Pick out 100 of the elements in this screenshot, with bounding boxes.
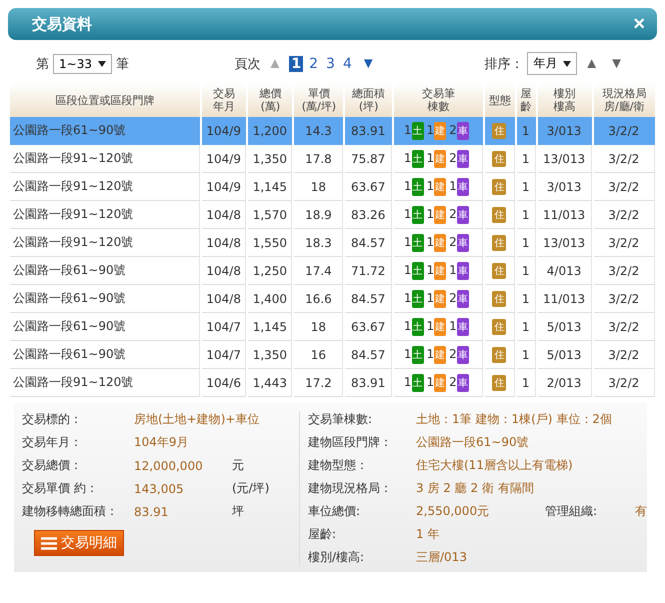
field-value: 三層/013 — [416, 549, 468, 566]
table-cell: 1 — [516, 117, 536, 145]
sort-dropdown[interactable]: 年月 — [527, 52, 578, 75]
table-cell: 104/9 — [202, 145, 246, 173]
next-page-button[interactable]: ▼ — [358, 55, 379, 72]
table-cell: 14.3 — [294, 117, 344, 145]
table-cell: 17.8 — [294, 145, 344, 173]
table-row[interactable]: 公園路一段61~90號 104/8 1,250 17.4 71.72 1土 1建 1車 住 1 4/013 3/2/2 — [10, 257, 655, 285]
unit-count: 1 — [426, 290, 434, 304]
table-cell: 63.67 — [345, 173, 392, 201]
table-cell: 1 — [516, 173, 536, 201]
table-cell: 104/8 — [202, 285, 246, 313]
unit-tag: 建 — [434, 374, 446, 392]
range-suffix: 筆 — [116, 56, 129, 72]
table-cell: 3/013 — [538, 117, 592, 145]
table-cell: 公園路一段61~90號 — [10, 341, 200, 369]
unit-count: 2 — [449, 234, 457, 248]
column-header[interactable]: 現況格局房/廳/衛 — [594, 83, 655, 117]
table-row[interactable]: 公園路一段91~120號 104/8 1,570 18.9 83.26 1土 1建 2 車 住 1 11/013 3/2/2 — [10, 201, 655, 229]
unit-tag: 車 — [456, 122, 469, 140]
column-header[interactable]: 樓別樓高 — [538, 83, 592, 117]
field-label: 樓別/樓高: — [308, 549, 366, 566]
table-cell: 104/8 — [202, 201, 246, 229]
page-link[interactable]: 4 — [340, 56, 354, 72]
table-cell: 16 — [294, 341, 344, 369]
table-cell: 公園路一段61~90號 — [10, 117, 200, 145]
unit-tag: 車 — [456, 346, 469, 364]
table-cell: 公園路一段61~90號 — [10, 257, 200, 285]
column-header[interactable]: 總面積(坪) — [345, 83, 392, 117]
field-unit: 坪 — [232, 503, 244, 520]
field-label: 交易標的： — [22, 411, 83, 428]
table-cell: 1 — [516, 285, 536, 313]
table-cell: 1,550 — [248, 229, 292, 257]
unit-count: 1 — [404, 290, 412, 304]
field-label: 屋齡: — [308, 526, 338, 543]
table-cell: 公園路一段91~120號 — [10, 173, 200, 201]
table-cell: 公園路一段91~120號 — [10, 201, 200, 229]
field-value: 104年9月 — [134, 434, 190, 451]
table-row[interactable]: 公園路一段91~120號 104/8 1,550 18.3 84.57 1土 1建 2 車 住 1 13/013 3/2/2 — [10, 229, 655, 257]
table-row[interactable]: 公園路一段91~120號 104/6 1,443 17.2 83.91 1土 1建 2 車 住 1 2/013 3/2/2 — [10, 369, 655, 397]
table-cell: 3/2/2 — [594, 145, 655, 173]
unit-count: 1 — [426, 178, 434, 192]
table-row[interactable]: 公園路一段61~90號 104/9 1,200 14.3 83.91 1土 1建 2 車 住 1 3/013 3/2/2 — [10, 117, 655, 145]
table-cell: 公園路一段61~90號 — [10, 285, 200, 313]
range-dropdown[interactable]: 1~33 — [53, 54, 112, 74]
page-link[interactable]: 3 — [324, 56, 337, 72]
column-header[interactable]: 交易年月 — [202, 83, 246, 117]
column-header[interactable]: 單價(萬/坪) — [294, 83, 344, 117]
column-header[interactable]: 總價(萬) — [248, 83, 292, 117]
page-link[interactable]: 2 — [307, 56, 320, 72]
unit-tag: 土 — [412, 122, 424, 140]
table-cell: 18.3 — [294, 229, 344, 257]
sort-ascending-button[interactable]: ▲ — [581, 55, 602, 72]
column-header[interactable]: 交易筆棟數 — [394, 83, 483, 117]
unit-tag: 土 — [412, 290, 424, 308]
unit-tag: 車 — [456, 150, 469, 168]
type-tag: 住 — [492, 346, 506, 362]
table-cell: 104/6 — [202, 369, 246, 397]
table-row[interactable]: 公園路一段61~90號 104/8 1,400 16.6 84.57 1土 1建 2 車 住 1 11/013 3/2/2 — [10, 285, 655, 313]
page-link[interactable]: 1 — [289, 56, 304, 72]
sort-descending-button[interactable]: ▼ — [606, 55, 627, 72]
table-cell: 1,200 — [248, 117, 292, 145]
table-row[interactable]: 公園路一段91~120號 104/9 1,145 18 63.67 1土 1建 1車 住 1 3/013 3/2/2 — [10, 173, 655, 201]
table-cell: 1 — [516, 201, 536, 229]
dropdown-caret-icon — [563, 60, 572, 66]
table-cell: 1,570 — [248, 201, 292, 229]
table-cell: 3/2/2 — [594, 313, 655, 341]
table-cell: 公園路一段91~120號 — [10, 145, 200, 173]
field-label: 建物型態： — [308, 457, 369, 474]
column-header[interactable]: 屋齡 — [516, 83, 536, 117]
field-value: 143,005 — [134, 482, 185, 496]
column-header[interactable]: 區段位置或區段門牌 — [10, 83, 200, 117]
table-cell: 1,350 — [248, 145, 292, 173]
table-cell: 3/2/2 — [594, 257, 655, 285]
table-cell: 1 — [516, 369, 536, 397]
unit-count: 1 — [426, 206, 434, 220]
field-value: 房地(土地+建物)+車位 — [134, 411, 260, 428]
table-cell: 104/7 — [202, 341, 246, 369]
unit-tag: 建 — [434, 150, 446, 168]
unit-count: 1 — [449, 318, 457, 332]
sort-label: 排序： — [484, 56, 524, 72]
table-row[interactable]: 公園路一段61~90號 104/7 1,350 16 84.57 1土 1建 2 車 住 1 5/013 3/2/2 — [10, 341, 655, 369]
table-cell: 13/013 — [538, 229, 592, 257]
table-cell: 公園路一段91~120號 — [10, 229, 200, 257]
table-cell: 83.26 — [345, 201, 392, 229]
table-cell: 3/2/2 — [594, 285, 655, 313]
unit-count: 2 — [449, 290, 457, 304]
field-value: 土地：1筆 建物：1棟(戶) 車位：2個 — [416, 411, 612, 428]
unit-tag: 車 — [456, 206, 469, 224]
table-cell: 4/013 — [538, 257, 592, 285]
unit-count: 1 — [449, 178, 457, 192]
column-header[interactable]: 型態 — [484, 83, 515, 117]
table-cell: 104/8 — [202, 257, 246, 285]
table-row[interactable]: 公園路一段61~90號 104/7 1,145 18 63.67 1土 1建 1車 住 1 5/013 3/2/2 — [10, 313, 655, 341]
table-cell: 3/2/2 — [594, 117, 655, 145]
field-label: 車位總價: — [308, 503, 362, 520]
table-cell: 1 — [516, 313, 536, 341]
unit-tag: 土 — [412, 150, 424, 168]
table-row[interactable]: 公園路一段91~120號 104/9 1,350 17.8 75.87 1土 1建 2 車 住 1 13/013 3/2/2 — [10, 145, 655, 173]
unit-count: 1 — [426, 122, 434, 136]
